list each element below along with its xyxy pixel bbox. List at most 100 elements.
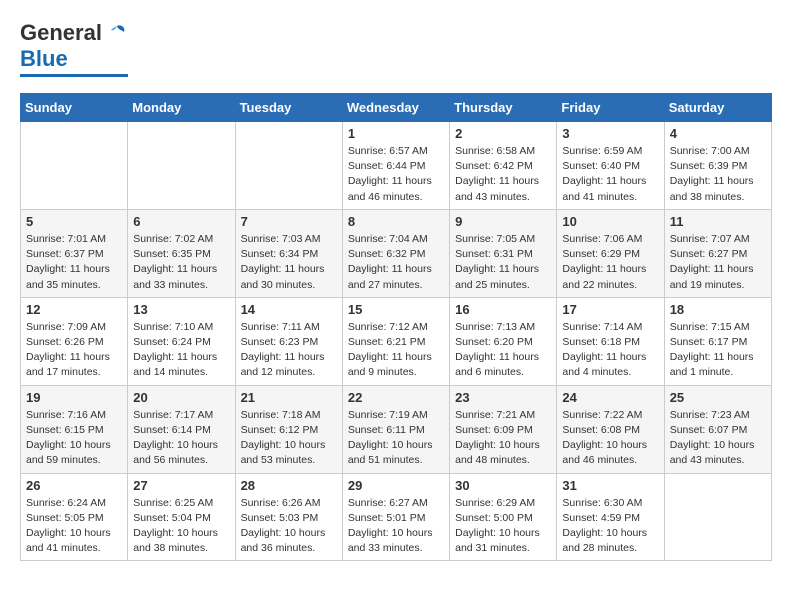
day-number: 2 <box>455 126 551 141</box>
day-number: 28 <box>241 478 337 493</box>
day-info: Sunrise: 6:57 AM Sunset: 6:44 PM Dayligh… <box>348 144 444 205</box>
day-info: Sunrise: 7:09 AM Sunset: 6:26 PM Dayligh… <box>26 320 122 381</box>
day-number: 7 <box>241 214 337 229</box>
day-info: Sunrise: 7:00 AM Sunset: 6:39 PM Dayligh… <box>670 144 766 205</box>
calendar-week-5: 26Sunrise: 6:24 AM Sunset: 5:05 PM Dayli… <box>21 473 772 561</box>
day-info: Sunrise: 7:21 AM Sunset: 6:09 PM Dayligh… <box>455 408 551 469</box>
day-info: Sunrise: 7:03 AM Sunset: 6:34 PM Dayligh… <box>241 232 337 293</box>
weekday-header-saturday: Saturday <box>664 94 771 122</box>
day-info: Sunrise: 7:22 AM Sunset: 6:08 PM Dayligh… <box>562 408 658 469</box>
day-number: 15 <box>348 302 444 317</box>
day-number: 14 <box>241 302 337 317</box>
calendar-week-2: 5 Sunrise: 7:01 AM Sunset: 6:37 PM Daylig… <box>21 209 772 297</box>
day-info: Sunrise: 7:17 AM Sunset: 6:14 PM Dayligh… <box>133 408 229 469</box>
calendar-cell: 20 Sunrise: 7:17 AM Sunset: 6:14 PM Dayli… <box>128 385 235 473</box>
calendar-cell <box>21 122 128 210</box>
logo-blue-text: Blue <box>20 46 68 72</box>
calendar-cell: 23Sunrise: 7:21 AM Sunset: 6:09 PM Dayli… <box>450 385 557 473</box>
calendar-cell: 28 Sunrise: 6:26 AM Sunset: 5:03 PM Dayli… <box>235 473 342 561</box>
day-info: Sunrise: 7:01 AM Sunset: 6:37 PM Dayligh… <box>26 232 122 293</box>
day-number: 11 <box>670 214 766 229</box>
day-info: Sunrise: 7:14 AM Sunset: 6:18 PM Dayligh… <box>562 320 658 381</box>
weekday-header-monday: Monday <box>128 94 235 122</box>
calendar-cell: 4 Sunrise: 7:00 AM Sunset: 6:39 PM Daylig… <box>664 122 771 210</box>
weekday-header-row: SundayMondayTuesdayWednesdayThursdayFrid… <box>21 94 772 122</box>
day-info: Sunrise: 6:29 AM Sunset: 5:00 PM Dayligh… <box>455 496 551 557</box>
calendar-body: 1 Sunrise: 6:57 AM Sunset: 6:44 PM Daylig… <box>21 122 772 561</box>
calendar-cell: 1 Sunrise: 6:57 AM Sunset: 6:44 PM Daylig… <box>342 122 449 210</box>
calendar-cell: 2 Sunrise: 6:58 AM Sunset: 6:42 PM Daylig… <box>450 122 557 210</box>
day-info: Sunrise: 6:26 AM Sunset: 5:03 PM Dayligh… <box>241 496 337 557</box>
calendar-cell <box>235 122 342 210</box>
calendar-cell: 15 Sunrise: 7:12 AM Sunset: 6:21 PM Dayli… <box>342 297 449 385</box>
day-info: Sunrise: 7:23 AM Sunset: 6:07 PM Dayligh… <box>670 408 766 469</box>
day-number: 21 <box>241 390 337 405</box>
logo: General Blue <box>20 20 128 77</box>
day-number: 22 <box>348 390 444 405</box>
calendar-cell: 30Sunrise: 6:29 AM Sunset: 5:00 PM Dayli… <box>450 473 557 561</box>
day-number: 25 <box>670 390 766 405</box>
day-info: Sunrise: 7:02 AM Sunset: 6:35 PM Dayligh… <box>133 232 229 293</box>
weekday-header-tuesday: Tuesday <box>235 94 342 122</box>
day-info: Sunrise: 7:12 AM Sunset: 6:21 PM Dayligh… <box>348 320 444 381</box>
calendar-cell: 7 Sunrise: 7:03 AM Sunset: 6:34 PM Daylig… <box>235 209 342 297</box>
day-number: 19 <box>26 390 122 405</box>
day-info: Sunrise: 7:11 AM Sunset: 6:23 PM Dayligh… <box>241 320 337 381</box>
calendar-cell: 29 Sunrise: 6:27 AM Sunset: 5:01 PM Dayli… <box>342 473 449 561</box>
calendar-week-1: 1 Sunrise: 6:57 AM Sunset: 6:44 PM Daylig… <box>21 122 772 210</box>
weekday-header-thursday: Thursday <box>450 94 557 122</box>
calendar-cell: 25 Sunrise: 7:23 AM Sunset: 6:07 PM Dayli… <box>664 385 771 473</box>
day-number: 27 <box>133 478 229 493</box>
day-number: 12 <box>26 302 122 317</box>
calendar-cell: 6 Sunrise: 7:02 AM Sunset: 6:35 PM Daylig… <box>128 209 235 297</box>
calendar-cell: 8Sunrise: 7:04 AM Sunset: 6:32 PM Daylig… <box>342 209 449 297</box>
day-number: 24 <box>562 390 658 405</box>
calendar-table: SundayMondayTuesdayWednesdayThursdayFrid… <box>20 93 772 561</box>
day-info: Sunrise: 7:10 AM Sunset: 6:24 PM Dayligh… <box>133 320 229 381</box>
calendar-cell: 24 Sunrise: 7:22 AM Sunset: 6:08 PM Dayli… <box>557 385 664 473</box>
day-number: 8 <box>348 214 444 229</box>
day-number: 10 <box>562 214 658 229</box>
calendar-cell: 22 Sunrise: 7:19 AM Sunset: 6:11 PM Dayli… <box>342 385 449 473</box>
day-number: 18 <box>670 302 766 317</box>
day-info: Sunrise: 6:24 AM Sunset: 5:05 PM Dayligh… <box>26 496 122 557</box>
weekday-header-friday: Friday <box>557 94 664 122</box>
day-info: Sunrise: 6:58 AM Sunset: 6:42 PM Dayligh… <box>455 144 551 205</box>
day-number: 4 <box>670 126 766 141</box>
day-info: Sunrise: 7:07 AM Sunset: 6:27 PM Dayligh… <box>670 232 766 293</box>
day-info: Sunrise: 6:25 AM Sunset: 5:04 PM Dayligh… <box>133 496 229 557</box>
day-info: Sunrise: 7:15 AM Sunset: 6:17 PM Dayligh… <box>670 320 766 381</box>
day-info: Sunrise: 6:27 AM Sunset: 5:01 PM Dayligh… <box>348 496 444 557</box>
calendar-cell <box>128 122 235 210</box>
calendar-cell: 11 Sunrise: 7:07 AM Sunset: 6:27 PM Dayli… <box>664 209 771 297</box>
day-number: 5 <box>26 214 122 229</box>
day-number: 6 <box>133 214 229 229</box>
weekday-header-sunday: Sunday <box>21 94 128 122</box>
day-number: 17 <box>562 302 658 317</box>
day-number: 13 <box>133 302 229 317</box>
day-number: 29 <box>348 478 444 493</box>
calendar-cell: 19Sunrise: 7:16 AM Sunset: 6:15 PM Dayli… <box>21 385 128 473</box>
day-info: Sunrise: 7:19 AM Sunset: 6:11 PM Dayligh… <box>348 408 444 469</box>
logo-general-text: General <box>20 20 102 46</box>
weekday-header-wednesday: Wednesday <box>342 94 449 122</box>
calendar-week-3: 12 Sunrise: 7:09 AM Sunset: 6:26 PM Dayli… <box>21 297 772 385</box>
calendar-week-4: 19Sunrise: 7:16 AM Sunset: 6:15 PM Dayli… <box>21 385 772 473</box>
calendar-cell: 18 Sunrise: 7:15 AM Sunset: 6:17 PM Dayli… <box>664 297 771 385</box>
calendar-cell: 14 Sunrise: 7:11 AM Sunset: 6:23 PM Dayli… <box>235 297 342 385</box>
day-info: Sunrise: 7:05 AM Sunset: 6:31 PM Dayligh… <box>455 232 551 293</box>
day-number: 31 <box>562 478 658 493</box>
calendar-cell: 27 Sunrise: 6:25 AM Sunset: 5:04 PM Dayli… <box>128 473 235 561</box>
day-number: 1 <box>348 126 444 141</box>
day-number: 16 <box>455 302 551 317</box>
day-number: 20 <box>133 390 229 405</box>
page-header: General Blue <box>20 20 772 77</box>
calendar-cell: 9Sunrise: 7:05 AM Sunset: 6:31 PM Daylig… <box>450 209 557 297</box>
day-info: Sunrise: 6:30 AM Sunset: 4:59 PM Dayligh… <box>562 496 658 557</box>
day-info: Sunrise: 7:13 AM Sunset: 6:20 PM Dayligh… <box>455 320 551 381</box>
calendar-cell: 10Sunrise: 7:06 AM Sunset: 6:29 PM Dayli… <box>557 209 664 297</box>
calendar-cell: 3 Sunrise: 6:59 AM Sunset: 6:40 PM Daylig… <box>557 122 664 210</box>
day-number: 3 <box>562 126 658 141</box>
day-info: Sunrise: 6:59 AM Sunset: 6:40 PM Dayligh… <box>562 144 658 205</box>
calendar-cell: 13 Sunrise: 7:10 AM Sunset: 6:24 PM Dayli… <box>128 297 235 385</box>
